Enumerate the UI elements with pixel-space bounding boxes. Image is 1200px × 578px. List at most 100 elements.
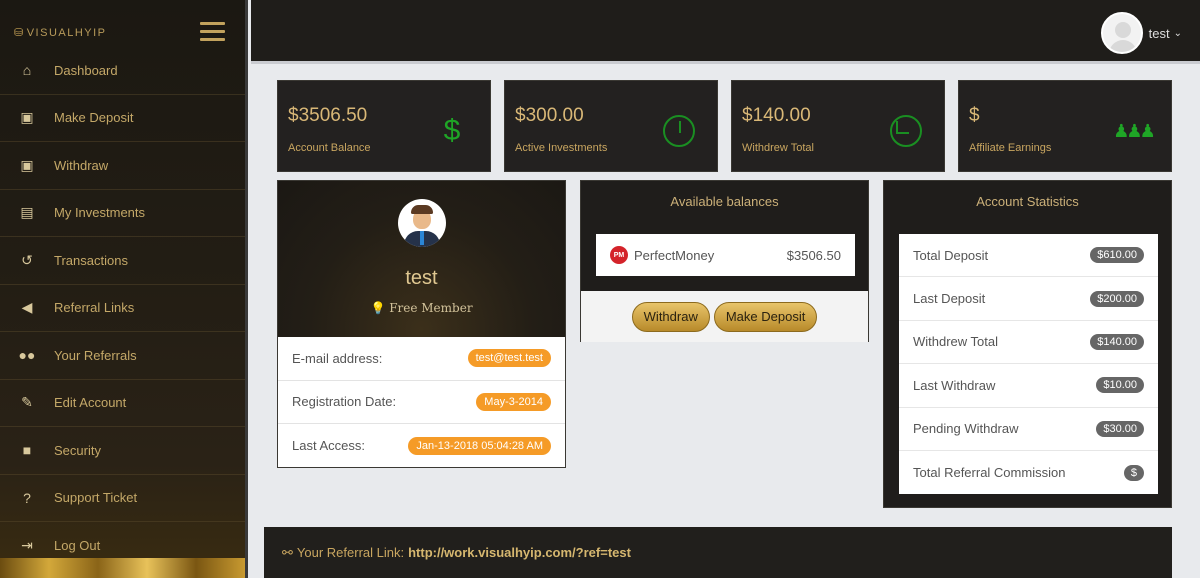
- card-title: Available balances: [670, 193, 779, 209]
- sidebar-item-label: Referral Links: [54, 300, 135, 316]
- sidebar-item-your-referrals[interactable]: ●● Your Referrals: [0, 332, 245, 380]
- chart-icon: [663, 115, 695, 147]
- top-bar: test ⌄: [251, 0, 1200, 64]
- card-title: Account Statistics: [976, 193, 1079, 209]
- sidebar-item-withdraw[interactable]: ▣ Withdraw: [0, 142, 245, 190]
- sidebar-item-label: Your Referrals: [54, 347, 137, 363]
- money-icon: ▣: [20, 109, 34, 126]
- sidebar-item-transactions[interactable]: ↺ Transactions: [0, 237, 245, 285]
- stat-label: Last Deposit: [913, 291, 986, 307]
- stat-label: Last Withdraw: [913, 377, 996, 393]
- available-balances-card: Available balances PM PerfectMoney $3506…: [580, 180, 869, 342]
- referral-url[interactable]: http://work.visualhyip.com/?ref=test: [408, 545, 631, 560]
- processor-info: PM PerfectMoney: [610, 246, 714, 264]
- profile-header: test 💡 Free Member: [278, 181, 565, 337]
- sidebar-menu: ⌂ Dashboard ▣ Make Deposit ▣ Withdraw ▤ My I…: [0, 47, 245, 570]
- logout-icon: ⇥: [21, 536, 33, 553]
- sidebar-item-my-investments[interactable]: ▤ My Investments: [0, 190, 245, 237]
- list-item: Last Withdraw $10.00: [899, 364, 1158, 408]
- sidebar-item-edit-account[interactable]: ✎ Edit Account: [0, 380, 245, 427]
- profile-avatar: [398, 199, 446, 247]
- stat-value-badge: $140.00: [1090, 333, 1144, 350]
- sidebar-item-label: Make Deposit: [54, 110, 134, 126]
- sidebar-item-security[interactable]: ■ Security: [0, 427, 245, 475]
- stat-label: Pending Withdraw: [913, 421, 1019, 437]
- profile-row-value: test@test.test: [467, 349, 551, 368]
- link-icon: ⚯: [282, 544, 293, 560]
- sidebar-item-label: Security: [54, 442, 101, 458]
- question-icon: ?: [23, 489, 31, 506]
- stat-value: $3506.50: [288, 105, 368, 126]
- stat-label: Total Deposit: [913, 247, 989, 263]
- stat-caption: Withdrew Total: [742, 142, 814, 154]
- stat-value-badge: $30.00: [1096, 420, 1144, 437]
- sidebar-item-label: Dashboard: [54, 62, 118, 78]
- sidebar-item-label: My Investments: [54, 205, 146, 221]
- money-icon: ▣: [20, 156, 34, 173]
- logo-mark-icon: ⛁: [14, 27, 25, 39]
- sidebar-item-label: Edit Account: [54, 395, 127, 411]
- list-item: Total Deposit $610.00: [899, 234, 1158, 278]
- stat-caption: Affiliate Earnings: [969, 142, 1052, 154]
- user-avatar[interactable]: [1100, 12, 1143, 54]
- megaphone-icon: ◀: [21, 299, 33, 316]
- stat-value-badge: $10.00: [1096, 377, 1144, 394]
- list-item: Total Referral Commission $: [899, 451, 1158, 494]
- profile-row-label: E-mail address:: [292, 350, 383, 366]
- sidebar-item-label: Support Ticket: [54, 490, 138, 506]
- stat-value-badge: $200.00: [1090, 290, 1144, 307]
- make-deposit-button[interactable]: Make Deposit: [713, 301, 818, 332]
- profile-row-value: Jan-13-2018 05:04:28 AM: [408, 436, 551, 455]
- statistics-list: Total Deposit $610.00 Last Deposit $200.00…: [899, 234, 1158, 494]
- perfectmoney-icon: PM: [610, 246, 628, 264]
- account-statistics-card: Account Statistics Total Deposit $610.00 …: [883, 180, 1172, 508]
- stat-value: $300.00: [515, 105, 584, 126]
- sidebar-item-label: Withdraw: [54, 157, 109, 173]
- profile-name: test: [405, 267, 438, 289]
- history-icon: ↺: [21, 251, 33, 268]
- profile-card: test 💡 Free Member E-mail address: test@…: [277, 180, 566, 468]
- profile-row-registration-date: Registration Date: May-3-2014: [278, 381, 565, 424]
- stat-card-active-investments: $300.00 Active Investments: [504, 80, 718, 172]
- stat-caption: Active Investments: [515, 142, 608, 154]
- edit-icon: ✎: [21, 394, 33, 411]
- referral-label: Your Referral Link:: [296, 545, 405, 560]
- sidebar-item-dashboard[interactable]: ⌂ Dashboard: [0, 47, 245, 95]
- brand-name: VISUALHYIP: [26, 27, 107, 39]
- membership-badge: 💡 Free Member: [370, 301, 473, 315]
- profile-row-label: Registration Date:: [292, 394, 397, 410]
- stat-card-withdrew-total: $140.00 Withdrew Total: [731, 80, 945, 172]
- brand-logo[interactable]: ⛁ VISUALHYIP: [14, 26, 107, 39]
- withdraw-button[interactable]: Withdraw: [631, 301, 710, 332]
- dollar-icon: $: [443, 114, 461, 147]
- decorative-gold-strip: [0, 558, 245, 578]
- lock-icon: ■: [22, 442, 32, 459]
- home-icon: ⌂: [22, 62, 32, 79]
- stat-value-badge: $610.00: [1090, 247, 1144, 264]
- list-item: Last Deposit $200.00: [899, 277, 1158, 321]
- list-item: Withdrew Total $140.00: [899, 321, 1158, 365]
- chevron-down-icon[interactable]: ⌄: [1174, 28, 1182, 39]
- sidebar-item-make-deposit[interactable]: ▣ Make Deposit: [0, 95, 245, 142]
- users-icon: ♟♟♟: [1113, 120, 1155, 141]
- sidebar: ⛁ VISUALHYIP ⌂ Dashboard ▣ Make Deposit ▣ Wi…: [0, 0, 248, 578]
- document-icon: ▤: [20, 204, 34, 221]
- referral-link-bar: ⚯ Your Referral Link: http://work.visual…: [264, 527, 1172, 578]
- sidebar-item-referral-links[interactable]: ◀ Referral Links: [0, 285, 245, 332]
- stat-card-account-balance: $3506.50 Account Balance $: [277, 80, 491, 172]
- stat-value: $140.00: [742, 105, 811, 126]
- clock-icon: [890, 115, 922, 147]
- stat-label: Total Referral Commission: [913, 465, 1066, 481]
- profile-row-value: May-3-2014: [476, 392, 551, 411]
- stat-card-affiliate-earnings: $ Affiliate Earnings ♟♟♟: [958, 80, 1172, 172]
- profile-row-last-access: Last Access: Jan-13-2018 05:04:28 AM: [278, 424, 565, 468]
- users-icon: ●●: [18, 347, 36, 364]
- profile-row-label: Last Access:: [292, 438, 365, 454]
- processor-name: PerfectMoney: [634, 247, 715, 263]
- balance-amount: $3506.50: [786, 247, 841, 263]
- menu-toggle-icon[interactable]: [200, 22, 225, 42]
- username[interactable]: test: [1149, 26, 1170, 41]
- sidebar-item-label: Transactions: [54, 252, 128, 268]
- user-menu[interactable]: test ⌄: [1100, 12, 1182, 54]
- sidebar-item-support-ticket[interactable]: ? Support Ticket: [0, 475, 245, 522]
